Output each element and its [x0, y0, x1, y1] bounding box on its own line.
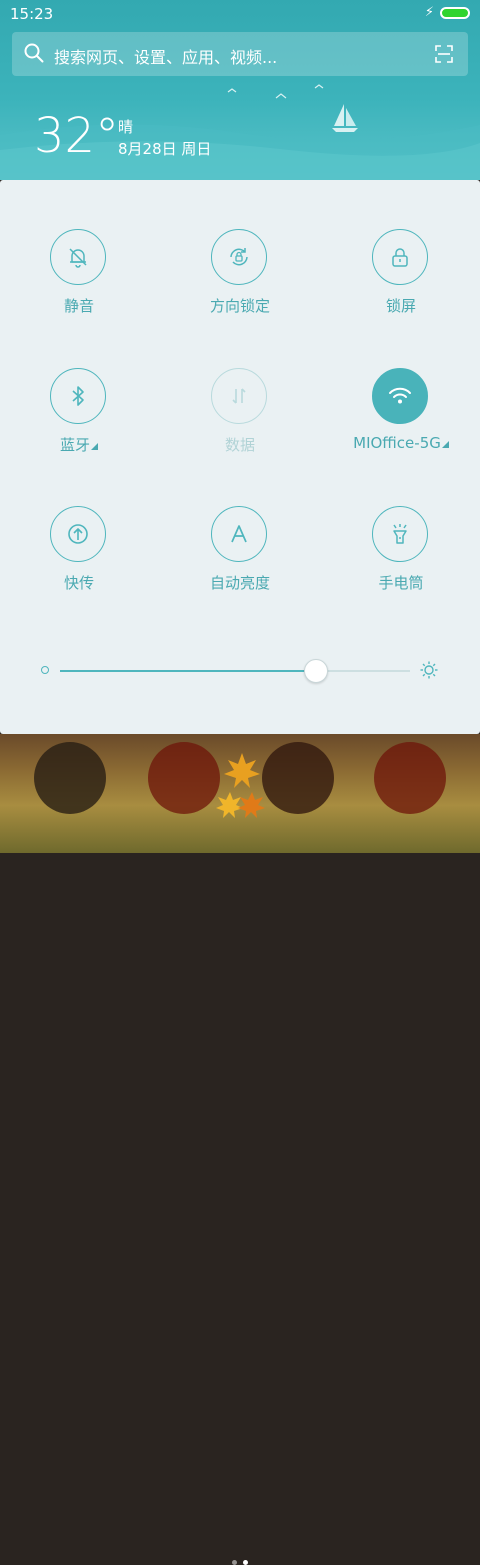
- weather-condition: 晴: [118, 118, 134, 136]
- quick-transfer-button[interactable]: [50, 506, 106, 562]
- status-bar: 15:23 ⚡: [0, 0, 480, 28]
- date-label: 8月28日 周日: [118, 140, 212, 158]
- mobile-data-icon: [232, 388, 246, 404]
- tile-label: 蓝牙: [14, 434, 144, 455]
- lock-icon: [392, 248, 408, 267]
- tile-label: 方向锁定: [209, 297, 270, 315]
- tile-flashlight[interactable]: 手电筒: [336, 506, 466, 606]
- tile-auto-brightness[interactable]: 自动亮度: [175, 506, 305, 606]
- status-time: 15:23: [10, 5, 54, 23]
- rotation-lock-icon: [230, 248, 248, 266]
- brightness-max-icon: [420, 661, 438, 679]
- silent-toggle[interactable]: [50, 229, 106, 285]
- tile-label: 自动亮度: [209, 574, 270, 592]
- rotation-lock-toggle[interactable]: [211, 229, 267, 285]
- expand-arrow-icon: [441, 441, 449, 448]
- bluetooth-icon: [72, 386, 84, 406]
- scan-icon[interactable]: [434, 44, 454, 64]
- maple-leaves-decoration: [216, 753, 265, 818]
- mobile-data-toggle[interactable]: [211, 368, 267, 424]
- search-placeholder: 搜索网页、设置、应用、视频...: [54, 48, 278, 67]
- tile-mobile-data[interactable]: 数据: [175, 368, 305, 468]
- status-icons: ⚡: [425, 6, 470, 20]
- auto-brightness-icon: [231, 525, 247, 543]
- bluetooth-label: 蓝牙: [59, 436, 90, 454]
- brightness-slider-fill: [60, 670, 316, 672]
- tile-silent[interactable]: 静音: [14, 229, 144, 329]
- quick-transfer-icon: [68, 524, 88, 544]
- tile-wifi[interactable]: MIOffice-5G: [336, 368, 466, 468]
- app-icon[interactable]: [34, 742, 106, 814]
- home-wallpaper: [0, 734, 480, 1565]
- sailboat-icon: [332, 104, 358, 132]
- auto-brightness-toggle[interactable]: [211, 506, 267, 562]
- bell-off-icon: [69, 248, 87, 268]
- wifi-network-label: MIOffice-5G: [353, 434, 441, 452]
- charging-icon: ⚡: [424, 5, 434, 20]
- tile-label: 手电筒: [378, 574, 424, 592]
- tile-label: 锁屏: [385, 297, 416, 315]
- quick-settings-panel: 静音 方向锁定 锁屏 蓝牙 数据 MIOffice-5G 快传 自动亮度 手电筒: [0, 180, 480, 734]
- birds-decoration: [227, 84, 324, 99]
- tile-label: MIOffice-5G: [336, 434, 466, 452]
- brightness-min-icon: [41, 666, 49, 674]
- search-input[interactable]: 搜索网页、设置、应用、视频...: [12, 32, 468, 76]
- temperature: 32°: [34, 108, 120, 164]
- tile-lock-screen[interactable]: 锁屏: [336, 229, 466, 329]
- brightness-slider-thumb[interactable]: [303, 659, 328, 683]
- wifi-icon: [389, 387, 411, 404]
- app-icon[interactable]: [262, 742, 334, 814]
- tile-label: 快传: [63, 574, 94, 592]
- wifi-toggle[interactable]: [372, 368, 428, 424]
- app-icon[interactable]: [148, 742, 220, 814]
- flashlight-icon: [393, 524, 407, 544]
- page-dot-active: [243, 1560, 248, 1565]
- tile-label: 静音: [63, 297, 94, 315]
- tile-bluetooth[interactable]: 蓝牙: [14, 368, 144, 468]
- search-icon: [24, 43, 44, 63]
- page-indicator: [232, 1560, 248, 1565]
- bluetooth-toggle[interactable]: [50, 368, 106, 424]
- brightness-slider[interactable]: [60, 659, 410, 683]
- app-icon[interactable]: [374, 742, 446, 814]
- battery-icon: [440, 7, 470, 19]
- page-dot: [232, 1560, 237, 1565]
- tile-rotation-lock[interactable]: 方向锁定: [175, 229, 305, 329]
- tile-quick-transfer[interactable]: 快传: [14, 506, 144, 606]
- flashlight-toggle[interactable]: [372, 506, 428, 562]
- expand-arrow-icon: [91, 443, 98, 450]
- lock-screen-button[interactable]: [372, 229, 428, 285]
- tile-label: 数据: [224, 436, 255, 454]
- notification-header: 15:23 ⚡ 搜索网页、设置、应用、视频... 32° 晴 8月28日 周日: [0, 0, 480, 180]
